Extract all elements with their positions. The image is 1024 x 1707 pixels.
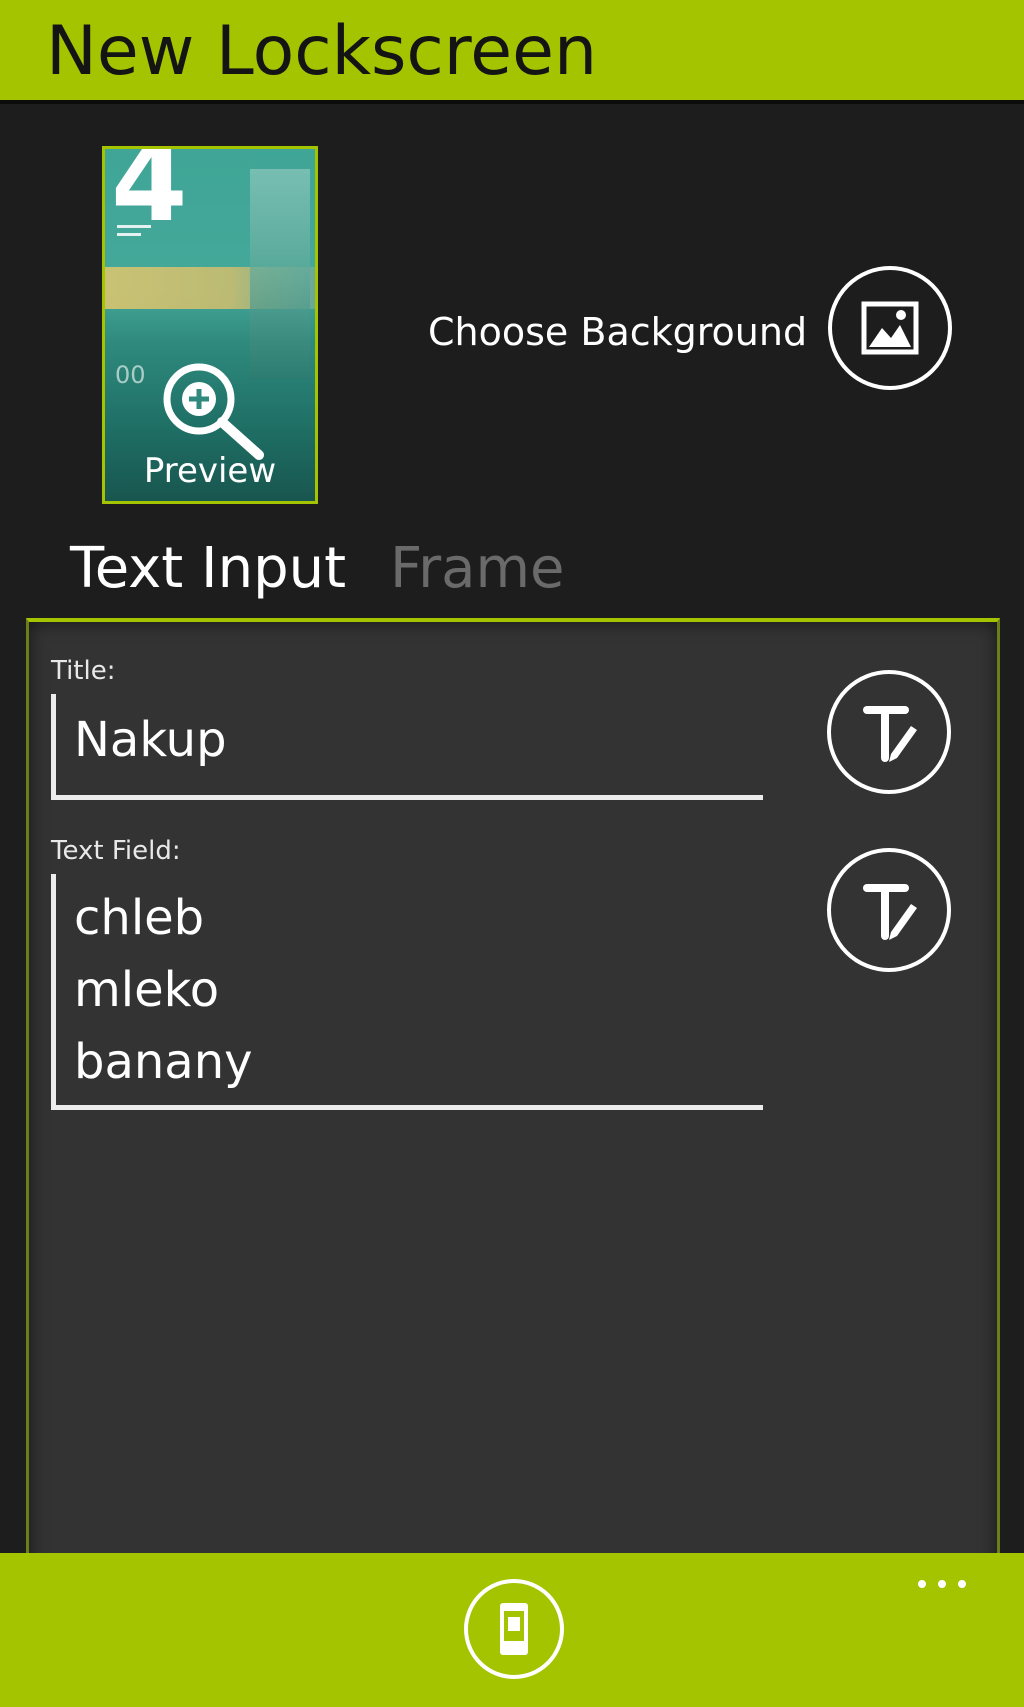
text-field-line: mleko xyxy=(74,962,220,1018)
title-value: Nakup xyxy=(74,712,227,768)
text-field-label: Text Field: xyxy=(51,836,181,866)
text-edit-icon xyxy=(863,706,917,762)
more-dots-icon[interactable] xyxy=(918,1573,978,1589)
preview-background-dock xyxy=(250,169,310,379)
tab-text-input[interactable]: Text Input xyxy=(70,536,346,602)
title-input[interactable]: Nakup xyxy=(51,694,763,800)
text-edit-icon xyxy=(863,884,917,940)
choose-background-label[interactable]: Choose Background xyxy=(428,310,807,354)
preview-small-lines xyxy=(117,225,151,243)
zoom-in-icon xyxy=(163,363,264,460)
set-lockscreen-button[interactable] xyxy=(464,1579,564,1679)
text-field-line: banany xyxy=(74,1034,253,1090)
edit-text-field-button[interactable] xyxy=(827,848,951,972)
text-input-panel: Title: Nakup Text Field: chleb mleko ban… xyxy=(26,618,1000,1707)
app-header: New Lockscreen xyxy=(0,0,1024,104)
title-label: Title: xyxy=(51,656,116,686)
preview-label: Preview xyxy=(143,451,277,491)
text-field-input[interactable]: chleb mleko banany xyxy=(51,874,763,1110)
preview-time: 00 xyxy=(115,361,146,389)
edit-title-button[interactable] xyxy=(827,670,951,794)
picture-icon xyxy=(861,301,919,355)
choose-background-button[interactable] xyxy=(828,266,952,390)
app-bar xyxy=(0,1553,1024,1707)
preview-tile[interactable]: 4 00 Preview xyxy=(102,146,318,504)
tab-frame[interactable]: Frame xyxy=(390,536,564,602)
text-field-line: chleb xyxy=(74,890,205,946)
page-title: New Lockscreen xyxy=(46,12,598,91)
phone-icon xyxy=(500,1603,528,1655)
preview-date-number: 4 xyxy=(111,146,188,246)
